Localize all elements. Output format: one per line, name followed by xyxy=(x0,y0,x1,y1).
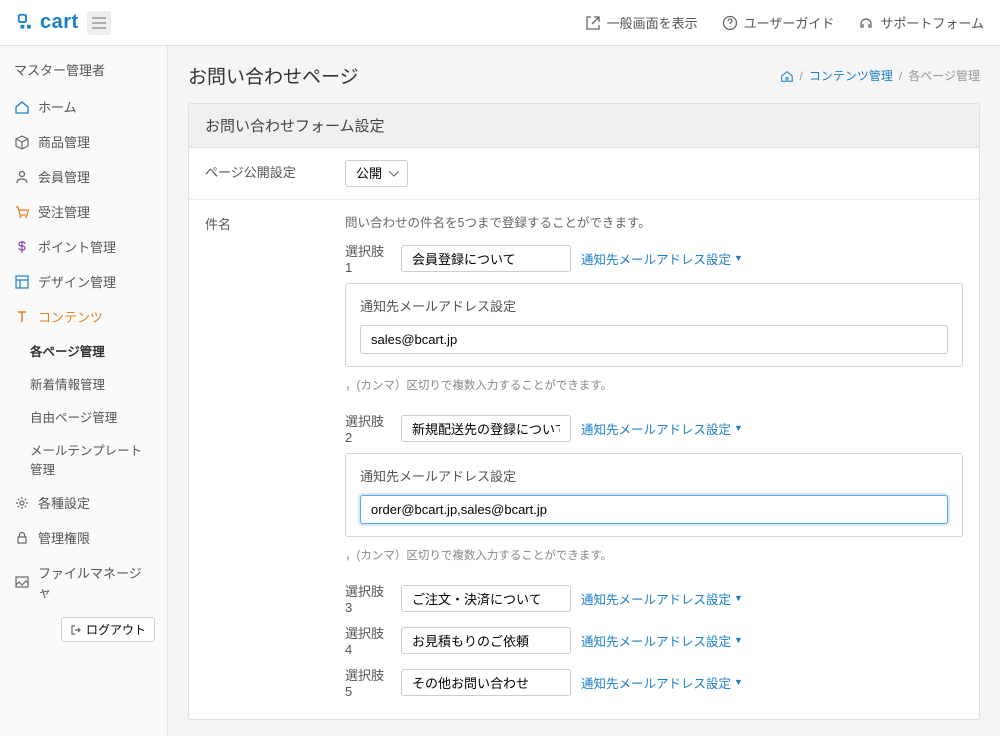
toggle-email-2[interactable]: 通知先メールアドレス設定 ▼ xyxy=(581,419,743,438)
option-label-4: 選択肢4 xyxy=(345,623,391,657)
logout-icon xyxy=(70,624,82,636)
sidebar-sub-news[interactable]: 新着情報管理 xyxy=(0,367,167,400)
logo-text: cart xyxy=(40,11,79,34)
sidebar-sub-mail[interactable]: メールテンプレート管理 xyxy=(0,433,167,485)
box-icon xyxy=(14,134,30,150)
sidebar-sub-free[interactable]: 自由ページ管理 xyxy=(0,400,167,433)
option-label-3: 選択肢3 xyxy=(345,581,391,615)
email-panel-2: 通知先メールアドレス設定 xyxy=(345,453,963,537)
sidebar-item-contents[interactable]: コンテンツ xyxy=(0,299,167,334)
sidebar-item-design[interactable]: デザイン管理 xyxy=(0,264,167,299)
home-icon xyxy=(14,99,30,115)
support-form-link[interactable]: サポートフォーム xyxy=(858,13,984,32)
email-hint: ，(カンマ）区切りで複数入力することができます。 xyxy=(345,547,963,563)
option-label-1: 選択肢1 xyxy=(345,241,391,275)
subject-label: 件名 xyxy=(189,200,329,719)
option-label-5: 選択肢5 xyxy=(345,665,391,699)
top-header: cart 一般画面を表示 ユーザーガイド サポートフォーム xyxy=(0,0,1000,46)
option-input-1[interactable] xyxy=(401,245,571,272)
option-label-2: 選択肢2 xyxy=(345,411,391,445)
email-panel-title: 通知先メールアドレス設定 xyxy=(360,466,948,485)
email-hint: ，(カンマ）区切りで複数入力することができます。 xyxy=(345,377,963,393)
text-icon xyxy=(14,309,30,325)
settings-panel: お問い合わせフォーム設定 ページ公開設定 公開 件名 問い合わせの件名を5つまで… xyxy=(188,103,980,720)
caret-down-icon: ▼ xyxy=(734,635,743,645)
main-content: お問い合わせページ / コンテンツ管理 / 各ページ管理 お問い合わせフォーム設… xyxy=(168,46,1000,736)
email-input-2[interactable] xyxy=(360,495,948,524)
sidebar-item-files[interactable]: ファイルマネージャ xyxy=(0,555,167,609)
toggle-email-3[interactable]: 通知先メールアドレス設定 ▼ xyxy=(581,589,743,608)
breadcrumb: / コンテンツ管理 / 各ページ管理 xyxy=(780,67,980,84)
sidebar-item-permissions[interactable]: 管理権限 xyxy=(0,520,167,555)
cart-icon xyxy=(14,204,30,220)
external-link-icon xyxy=(585,15,601,31)
toggle-email-5[interactable]: 通知先メールアドレス設定 ▼ xyxy=(581,673,743,692)
logo-icon xyxy=(16,12,38,34)
sidebar: マスター管理者 ホーム 商品管理 会員管理 受注管理 ポイント管理 デザイン管理… xyxy=(0,46,168,736)
sidebar-item-products[interactable]: 商品管理 xyxy=(0,124,167,159)
question-icon xyxy=(722,15,738,31)
display-site-link[interactable]: 一般画面を表示 xyxy=(585,13,698,32)
email-panel-1: 通知先メールアドレス設定 xyxy=(345,283,963,367)
caret-down-icon: ▼ xyxy=(734,423,743,433)
option-input-3[interactable] xyxy=(401,585,571,612)
email-panel-title: 通知先メールアドレス設定 xyxy=(360,296,948,315)
image-icon xyxy=(14,574,30,590)
caret-down-icon: ▼ xyxy=(734,593,743,603)
layout-icon xyxy=(14,274,30,290)
sidebar-item-orders[interactable]: 受注管理 xyxy=(0,194,167,229)
gear-icon xyxy=(14,495,30,511)
dollar-icon xyxy=(14,239,30,255)
page-title: お問い合わせページ xyxy=(188,62,359,89)
toggle-email-4[interactable]: 通知先メールアドレス設定 ▼ xyxy=(581,631,743,650)
breadcrumb-current: 各ページ管理 xyxy=(908,67,980,84)
panel-title: お問い合わせフォーム設定 xyxy=(189,104,979,148)
hamburger-icon xyxy=(92,17,106,29)
publish-select[interactable]: 公開 xyxy=(345,160,408,187)
person-icon xyxy=(14,169,30,185)
user-guide-link[interactable]: ユーザーガイド xyxy=(722,13,835,32)
email-input-1[interactable] xyxy=(360,325,948,354)
sidebar-item-points[interactable]: ポイント管理 xyxy=(0,229,167,264)
option-input-2[interactable] xyxy=(401,415,571,442)
subject-hint: 問い合わせの件名を5つまで登録することができます。 xyxy=(345,212,963,231)
logo[interactable]: cart xyxy=(16,11,79,34)
sidebar-item-settings[interactable]: 各種設定 xyxy=(0,485,167,520)
caret-down-icon: ▼ xyxy=(734,677,743,687)
home-breadcrumb-icon[interactable] xyxy=(780,69,794,83)
caret-down-icon: ▼ xyxy=(734,253,743,263)
sidebar-item-members[interactable]: 会員管理 xyxy=(0,159,167,194)
lock-icon xyxy=(14,530,30,546)
publish-label: ページ公開設定 xyxy=(189,148,329,199)
menu-toggle-button[interactable] xyxy=(87,11,111,35)
top-right-links: 一般画面を表示 ユーザーガイド サポートフォーム xyxy=(585,13,984,32)
breadcrumb-contents[interactable]: コンテンツ管理 xyxy=(809,67,893,84)
sidebar-item-home[interactable]: ホーム xyxy=(0,89,167,124)
sidebar-sub-pages[interactable]: 各ページ管理 xyxy=(0,334,167,367)
headset-icon xyxy=(858,15,874,31)
logout-button[interactable]: ログアウト xyxy=(61,617,155,642)
option-input-5[interactable] xyxy=(401,669,571,696)
toggle-email-1[interactable]: 通知先メールアドレス設定 ▼ xyxy=(581,249,743,268)
option-input-4[interactable] xyxy=(401,627,571,654)
sidebar-user: マスター管理者 xyxy=(0,56,167,89)
